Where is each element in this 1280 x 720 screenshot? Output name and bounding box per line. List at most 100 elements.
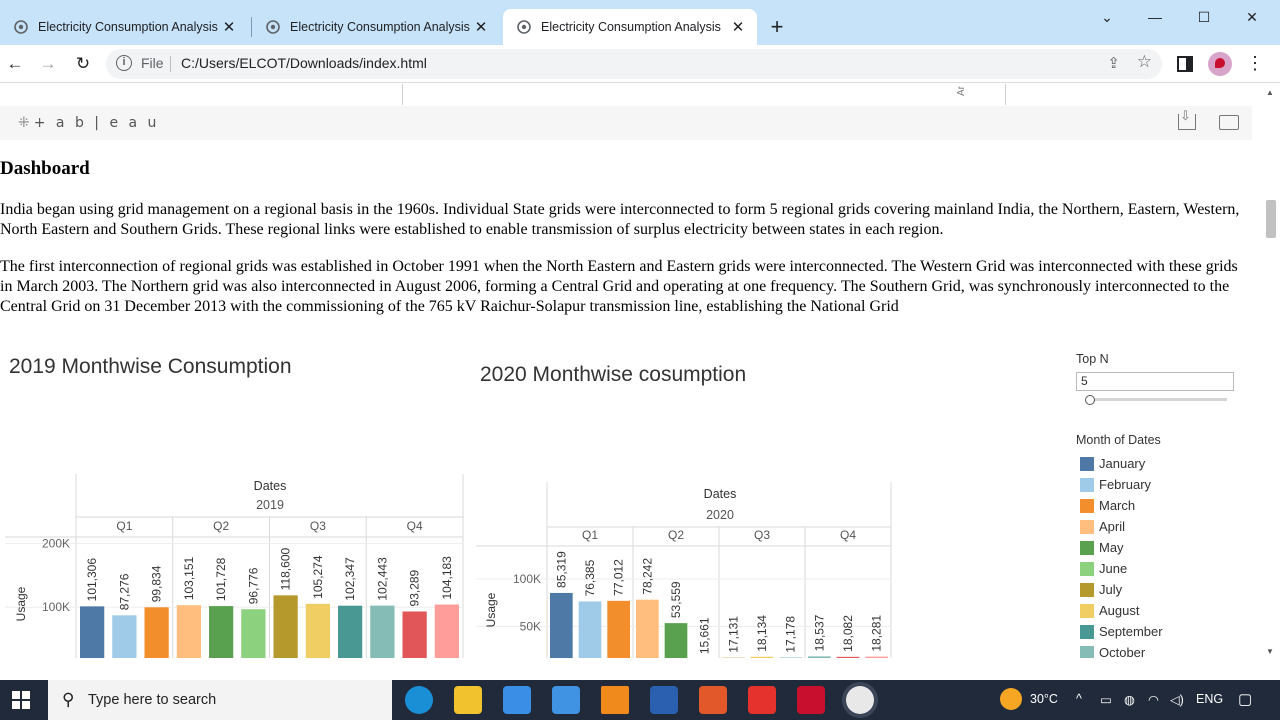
menu-kebab-icon[interactable]: ⋮ [1246, 53, 1264, 73]
legend-item[interactable]: June [1080, 558, 1163, 579]
legend-item[interactable]: February [1080, 474, 1163, 495]
word-icon[interactable] [650, 686, 678, 714]
minimize-button[interactable]: — [1132, 6, 1178, 28]
y-tick-label: 200K [42, 536, 70, 550]
download-icon[interactable] [1178, 108, 1196, 130]
file-explorer-icon[interactable] [454, 686, 482, 714]
tab-search-chevron-icon[interactable]: ⌄ [1084, 6, 1130, 28]
wps-icon[interactable] [748, 686, 776, 714]
top-n-input[interactable]: 5 [1076, 372, 1234, 391]
scheme-label: File [141, 55, 164, 71]
chrome-icon[interactable] [846, 686, 874, 714]
page-scrollbar[interactable]: ▲ ▼ [1262, 84, 1280, 658]
bar [607, 600, 630, 658]
scroll-thumb[interactable] [1266, 200, 1276, 238]
browser-tab-active[interactable]: Electricity Consumption Analysis ✕ [503, 9, 757, 45]
bar-value-label: 96,776 [246, 567, 260, 604]
globe-icon [266, 20, 280, 34]
quarter-label: Q4 [407, 519, 423, 533]
top-n-slider-handle[interactable] [1085, 395, 1095, 405]
side-panel-icon[interactable] [1177, 56, 1193, 72]
legend-swatch [1080, 603, 1094, 618]
new-tab-button[interactable]: + [766, 14, 788, 40]
tab-title: Electricity Consumption Analysis [38, 20, 218, 34]
bar-value-label: 18,082 [841, 615, 855, 652]
powerpoint-icon[interactable] [699, 686, 727, 714]
page-title: Dashboard [0, 158, 90, 179]
fullscreen-icon[interactable] [1219, 115, 1239, 130]
weather-icon[interactable] [1000, 688, 1022, 710]
top-n-slider-track[interactable] [1087, 398, 1227, 401]
mail-icon[interactable] [552, 686, 580, 714]
windows-start-icon[interactable] [12, 691, 30, 709]
close-tab-icon[interactable]: ✕ [727, 18, 749, 36]
bar-value-label: 93,289 [408, 569, 422, 606]
bar [808, 656, 831, 658]
battery-icon[interactable]: ▭ [1100, 692, 1112, 707]
bar [144, 607, 169, 658]
close-tab-icon[interactable]: ✕ [470, 18, 492, 36]
bar-value-label: 76,385 [583, 559, 597, 596]
profile-avatar[interactable] [1208, 52, 1232, 76]
y-tick-label: 100K [513, 572, 541, 586]
close-window-button[interactable]: ✕ [1229, 6, 1275, 28]
bar-value-label: 118,600 [279, 548, 293, 591]
meet-icon[interactable]: ◍ [1124, 692, 1135, 707]
legend-item[interactable]: October [1080, 642, 1163, 658]
maximize-button[interactable]: ☐ [1181, 6, 1227, 28]
forward-arrow-icon[interactable]: → [37, 53, 59, 75]
share-icon[interactable]: ⇪ [1107, 54, 1120, 72]
info-icon[interactable]: i [116, 55, 132, 71]
chart-header-dates: Dates [704, 487, 737, 501]
address-bar[interactable]: i File C:/Users/ELCOT/Downloads/index.ht… [106, 49, 1162, 79]
browser-tab-2[interactable]: Electricity Consumption Analysis ✕ [252, 9, 500, 45]
reload-icon[interactable]: ↻ [72, 53, 94, 75]
bar-value-label: 101,306 [85, 558, 99, 602]
bookmark-star-icon[interactable]: ☆ [1137, 52, 1152, 72]
browser-tab-1[interactable]: Electricity Consumption Analysis ✕ [0, 9, 248, 45]
scroll-down-icon[interactable]: ▼ [1266, 647, 1274, 656]
legend-label: February [1099, 477, 1152, 492]
intro-paragraph-1: India began using grid management on a r… [0, 201, 1240, 238]
legend-label: March [1099, 498, 1136, 513]
taskbar-search[interactable]: ⚲ Type here to search [48, 680, 392, 720]
legend-swatch [1080, 519, 1094, 534]
legend-swatch [1080, 645, 1094, 658]
language-indicator[interactable]: ENG [1196, 692, 1223, 706]
wifi-icon[interactable]: ◠ [1148, 692, 1159, 707]
recorder-icon[interactable] [797, 686, 825, 714]
bar [578, 601, 602, 658]
legend-item[interactable]: March [1080, 495, 1163, 516]
notifications-icon[interactable]: ▢ [1238, 690, 1252, 708]
legend-item[interactable]: May [1080, 537, 1163, 558]
bar-value-label: 101,728 [214, 557, 228, 601]
legend-item[interactable]: July [1080, 579, 1163, 600]
legend-swatch [1080, 540, 1094, 555]
browser-tab-strip: Electricity Consumption Analysis ✕ Elect… [0, 0, 1280, 45]
store-icon[interactable] [503, 686, 531, 714]
vlc-icon[interactable] [601, 686, 629, 714]
chart-header-year: 2019 [256, 498, 284, 512]
back-arrow-icon[interactable]: ← [4, 53, 26, 75]
bar-value-label: 99,834 [150, 565, 164, 602]
intro-paragraph-2: The first interconnection of regional gr… [0, 258, 1238, 315]
close-tab-icon[interactable]: ✕ [218, 18, 240, 36]
scroll-up-icon[interactable]: ▲ [1266, 88, 1274, 97]
legend-label: January [1099, 456, 1146, 471]
bar-value-label: 15,661 [698, 617, 712, 654]
volume-icon[interactable]: ◁) [1170, 692, 1184, 707]
bar-value-label: 103,151 [182, 556, 196, 600]
legend-item[interactable]: August [1080, 600, 1163, 621]
previous-viz-frame: Ar [402, 84, 1006, 105]
url-text[interactable]: C:/Users/ELCOT/Downloads/index.html [181, 55, 427, 71]
legend-item[interactable]: September [1080, 621, 1163, 642]
bar [241, 609, 266, 658]
taskbar-search-placeholder: Type here to search [88, 692, 217, 708]
edge-icon[interactable] [405, 686, 433, 714]
tableau-mark-icon: ⁜ [18, 115, 30, 131]
tray-chevron-icon[interactable]: ^ [1076, 692, 1082, 706]
legend-item[interactable]: January [1080, 453, 1163, 474]
tableau-logo[interactable]: ⁜ + a b | e a u [18, 115, 159, 131]
legend-item[interactable]: April [1080, 516, 1163, 537]
y-tick-label: 50K [520, 620, 541, 634]
